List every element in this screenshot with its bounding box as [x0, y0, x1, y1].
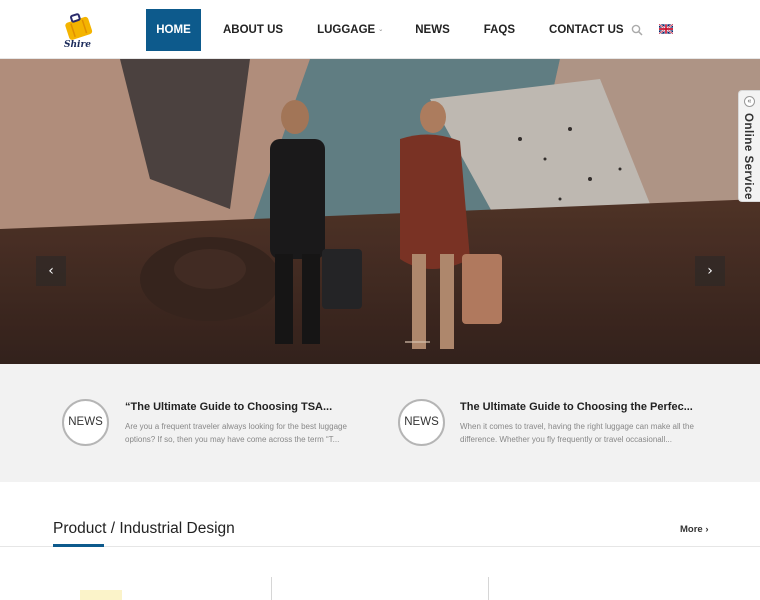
news-item[interactable]: NEWS “The Ultimate Guide to Choosing TSA…	[0, 364, 380, 482]
chevron-right-icon: ›	[707, 263, 713, 279]
nav-contact-us[interactable]: CONTACT US	[549, 9, 624, 51]
nav-contact-us-label: CONTACT US	[549, 24, 624, 36]
news-title[interactable]: The Ultimate Guide to Choosing the Perfe…	[460, 401, 693, 413]
hero-image	[0, 59, 760, 364]
chevron-down-icon: ⌄	[378, 27, 384, 33]
collapse-icon[interactable]: «	[744, 96, 755, 107]
uk-flag-icon[interactable]	[659, 24, 673, 34]
nav-luggage-label: LUGGAGE	[317, 24, 376, 36]
chevron-left-icon: ‹	[48, 263, 54, 279]
nav-about-us-label: ABOUT US	[223, 24, 284, 36]
nav-news-label: NEWS	[415, 24, 450, 36]
news-band: NEWS “The Ultimate Guide to Choosing TSA…	[0, 364, 760, 482]
more-link-label: More	[680, 524, 703, 535]
news-description: When it comes to travel, having the righ…	[460, 422, 694, 444]
card-divider	[271, 577, 272, 600]
nav-luggage[interactable]: LUGGAGE ⌄	[317, 9, 383, 51]
site-header: Shire HOME ABOUT US LUGGAGE ⌄ NEWS FAQS …	[0, 0, 760, 59]
news-title[interactable]: “The Ultimate Guide to Choosing TSA...	[125, 401, 332, 413]
hero-banner: ‹ ›	[0, 59, 760, 364]
online-service-tab[interactable]: « Online Service	[738, 90, 760, 202]
hero-next-button[interactable]: ›	[695, 256, 725, 286]
more-link[interactable]: More ›	[680, 524, 709, 535]
news-item[interactable]: NEWS The Ultimate Guide to Choosing the …	[380, 364, 760, 482]
nav-news[interactable]: NEWS	[415, 9, 450, 51]
search-icon[interactable]	[631, 24, 643, 36]
nav-faqs[interactable]: FAQS	[484, 9, 515, 51]
nav-faqs-label: FAQS	[483, 24, 516, 36]
chevron-right-icon: ›	[705, 524, 709, 535]
hero-prev-button[interactable]: ‹	[36, 256, 66, 286]
nav-home[interactable]: HOME	[146, 9, 201, 51]
logo-text: Shire	[64, 40, 91, 50]
online-service-label: Online Service	[742, 113, 754, 200]
section-title: Product / Industrial Design	[53, 520, 235, 537]
news-description: Are you a frequent traveler always looki…	[125, 422, 347, 444]
product-thumbnail[interactable]	[80, 590, 122, 600]
news-badge: NEWS	[62, 399, 109, 446]
nav-home-label: HOME	[156, 24, 191, 36]
nav-about-us[interactable]: ABOUT US	[223, 9, 283, 51]
section-divider	[0, 546, 760, 547]
section-title-underline	[53, 544, 104, 547]
card-divider	[488, 577, 489, 600]
main-nav: HOME ABOUT US LUGGAGE ⌄ NEWS FAQS CONTAC…	[146, 9, 624, 51]
news-badge: NEWS	[398, 399, 445, 446]
